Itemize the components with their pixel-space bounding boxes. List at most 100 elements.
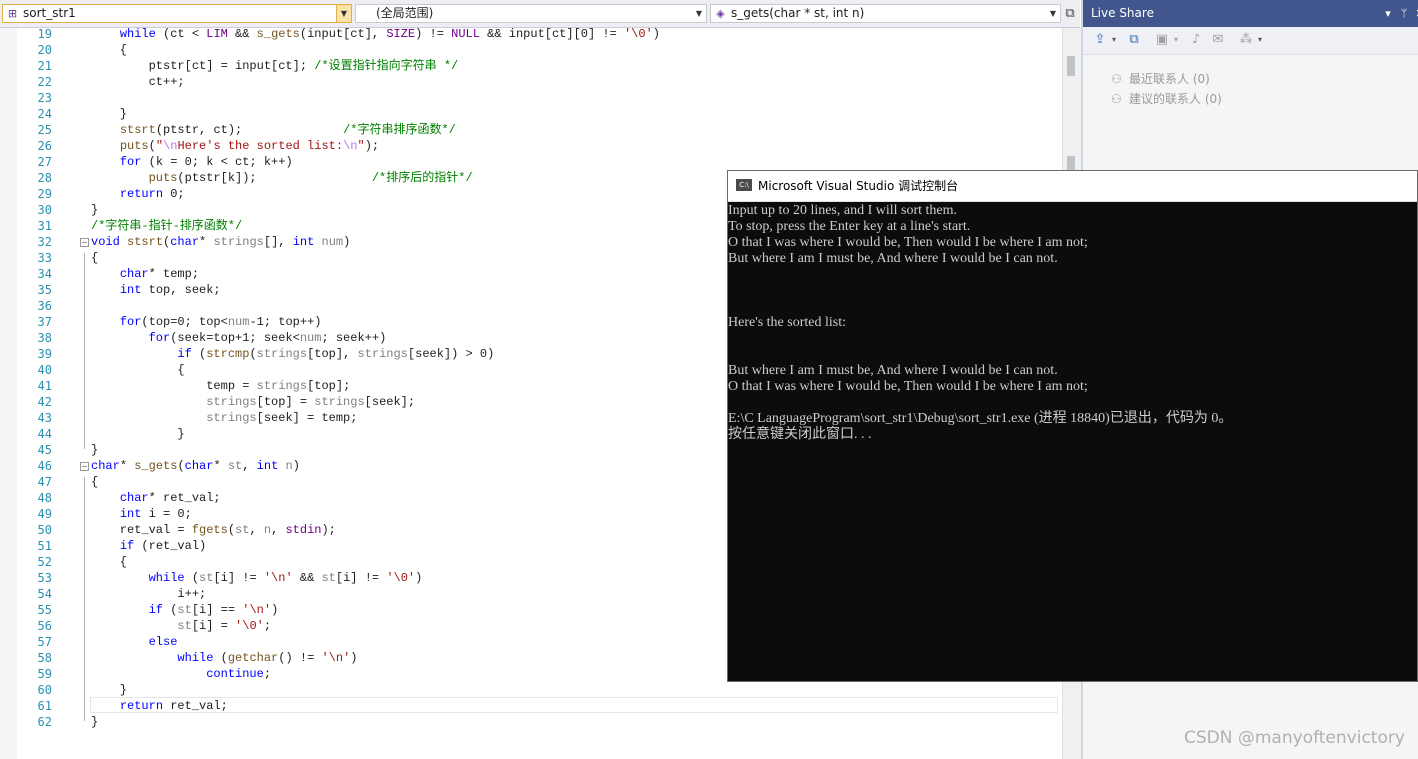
close-icon[interactable]: ✕ bbox=[1411, 0, 1418, 27]
code-line[interactable]: 62} bbox=[0, 714, 1060, 730]
code-token: char bbox=[91, 459, 120, 473]
chevron-down-icon[interactable]: ▾ bbox=[1171, 31, 1181, 49]
chevron-down-icon[interactable]: ▾ bbox=[1255, 31, 1265, 49]
code-token: , bbox=[271, 523, 286, 537]
chat-icon[interactable]: ✉ bbox=[1209, 31, 1227, 49]
code-token: int bbox=[119, 507, 142, 521]
chevron-down-icon[interactable]: ▾ bbox=[1109, 31, 1119, 49]
live-share-toolbar: ⇪ ▾ ⧉ ▣ ▾ ♪ ✉ ⁂ ▾ bbox=[1083, 27, 1418, 55]
code-token: } bbox=[91, 715, 99, 729]
code-token: i++; bbox=[91, 587, 207, 601]
code-token: [i] = bbox=[191, 619, 236, 633]
line-number: 43 bbox=[37, 411, 52, 425]
code-token: while bbox=[119, 27, 156, 41]
code-token: SIZE bbox=[386, 27, 416, 41]
code-token: strcmp bbox=[206, 347, 250, 361]
code-text: if (st[i] == '\n') bbox=[91, 602, 279, 618]
method-icon: ◈ bbox=[716, 7, 725, 20]
code-token: num bbox=[321, 235, 344, 249]
code-token: " bbox=[155, 139, 164, 153]
code-token: if bbox=[177, 347, 192, 361]
member-dropdown[interactable]: ◈ s_gets(char * st, int n) ▼ bbox=[710, 4, 1061, 23]
code-line[interactable]: 24 } bbox=[0, 106, 1060, 122]
code-line[interactable]: 25 stsrt(ptstr, ct); /*字符串排序函数*/ bbox=[0, 122, 1060, 138]
code-token: ( bbox=[213, 651, 228, 665]
code-token: ) bbox=[343, 235, 351, 249]
suggested-contacts-item[interactable]: ⚇ 建议的联系人 (0) bbox=[1111, 91, 1222, 107]
project-dropdown[interactable]: ⊞ sort_str1 ▼ bbox=[2, 4, 352, 23]
line-number: 52 bbox=[37, 555, 52, 569]
code-line[interactable]: 20 { bbox=[0, 42, 1060, 58]
collapse-icon[interactable]: − bbox=[80, 238, 89, 247]
code-token: '\n' bbox=[242, 603, 272, 617]
chevron-down-icon[interactable]: ▼ bbox=[336, 5, 351, 22]
code-text: ct++; bbox=[91, 74, 185, 90]
session-icon[interactable]: ⧉ bbox=[1125, 31, 1143, 49]
line-number: 25 bbox=[37, 123, 52, 137]
code-line[interactable]: 27 for (k = 0; k < ct; k++) bbox=[0, 154, 1060, 170]
debug-console-window[interactable]: C:\ Microsoft Visual Studio 调试控制台 Input … bbox=[727, 170, 1418, 682]
code-token: int bbox=[292, 235, 315, 249]
scrollbar-thumb[interactable] bbox=[1067, 56, 1075, 76]
code-text: { bbox=[91, 362, 184, 378]
code-line[interactable]: 21 ptstr[ct] = input[ct]; /*设置指针指向字符串 */ bbox=[0, 58, 1060, 74]
collapse-icon[interactable]: − bbox=[80, 462, 89, 471]
line-number: 42 bbox=[37, 395, 52, 409]
scope-name: (全局范围) bbox=[376, 6, 434, 20]
code-token: (ct < bbox=[155, 27, 207, 41]
code-line[interactable]: 26 puts("\nHere's the sorted list:\n"); bbox=[0, 138, 1060, 154]
code-token: i = 0; bbox=[141, 507, 192, 521]
console-line: To stop, press the Enter key at a line's… bbox=[728, 219, 971, 234]
code-text: strings[top] = strings[seek]; bbox=[91, 394, 415, 410]
audio-icon[interactable]: ♪ bbox=[1187, 31, 1205, 49]
code-text: return ret_val; bbox=[91, 698, 228, 714]
code-line[interactable]: 19 while (ct < LIM && s_gets(input[ct], … bbox=[0, 26, 1060, 42]
loading-icon[interactable]: ⁂ bbox=[1237, 31, 1255, 49]
recent-contacts-item[interactable]: ⚇ 最近联系人 (0) bbox=[1111, 71, 1210, 87]
code-line[interactable]: 22 ct++; bbox=[0, 74, 1060, 90]
code-line[interactable]: 23 bbox=[0, 90, 1060, 106]
code-token: '\0' bbox=[623, 27, 653, 41]
code-token: return bbox=[119, 699, 164, 713]
code-token: NULL bbox=[451, 27, 480, 41]
code-token: ) != bbox=[415, 27, 452, 41]
console-title-bar[interactable]: C:\ Microsoft Visual Studio 调试控制台 bbox=[728, 171, 1417, 202]
code-token: for bbox=[119, 315, 142, 329]
console-line: O that I was where I would be, Then woul… bbox=[728, 379, 1088, 394]
code-text: ret_val = fgets(st, n, stdin); bbox=[91, 522, 336, 538]
code-text: int i = 0; bbox=[91, 506, 192, 522]
line-number: 34 bbox=[37, 267, 52, 281]
code-token: while bbox=[177, 651, 214, 665]
code-token: (ret_val) bbox=[134, 539, 207, 553]
split-window-icon[interactable]: ⧉ bbox=[1062, 4, 1078, 23]
screen-icon[interactable]: ▣ bbox=[1153, 31, 1171, 49]
chevron-down-icon[interactable]: ▼ bbox=[692, 5, 706, 22]
line-number: 35 bbox=[37, 283, 52, 297]
code-token: '\0' bbox=[386, 571, 416, 585]
code-token: strings bbox=[256, 347, 308, 361]
code-text: puts(ptstr[k]); /*排序后的指针*/ bbox=[91, 170, 473, 186]
code-token: char bbox=[119, 267, 149, 281]
code-token: * bbox=[199, 235, 214, 249]
share-icon[interactable]: ⇪ bbox=[1091, 31, 1109, 49]
code-text: { bbox=[91, 42, 127, 58]
recent-contacts-label: 最近联系人 (0) bbox=[1129, 72, 1210, 86]
line-number: 30 bbox=[37, 203, 52, 217]
code-token: ct++; bbox=[91, 75, 185, 89]
code-line[interactable]: 60 } bbox=[0, 682, 1060, 698]
code-text: i++; bbox=[91, 586, 206, 602]
code-token: } bbox=[91, 107, 128, 121]
code-line[interactable]: 61 return ret_val; bbox=[0, 697, 1060, 714]
console-line: But where I am I must be, And where I wo… bbox=[728, 251, 1058, 266]
code-token: ); bbox=[364, 139, 380, 153]
scope-dropdown[interactable]: (全局范围) ▼ bbox=[355, 4, 707, 23]
code-text: stsrt(ptstr, ct); /*字符串排序函数*/ bbox=[91, 122, 456, 138]
chevron-down-icon[interactable]: ▼ bbox=[1046, 5, 1060, 22]
